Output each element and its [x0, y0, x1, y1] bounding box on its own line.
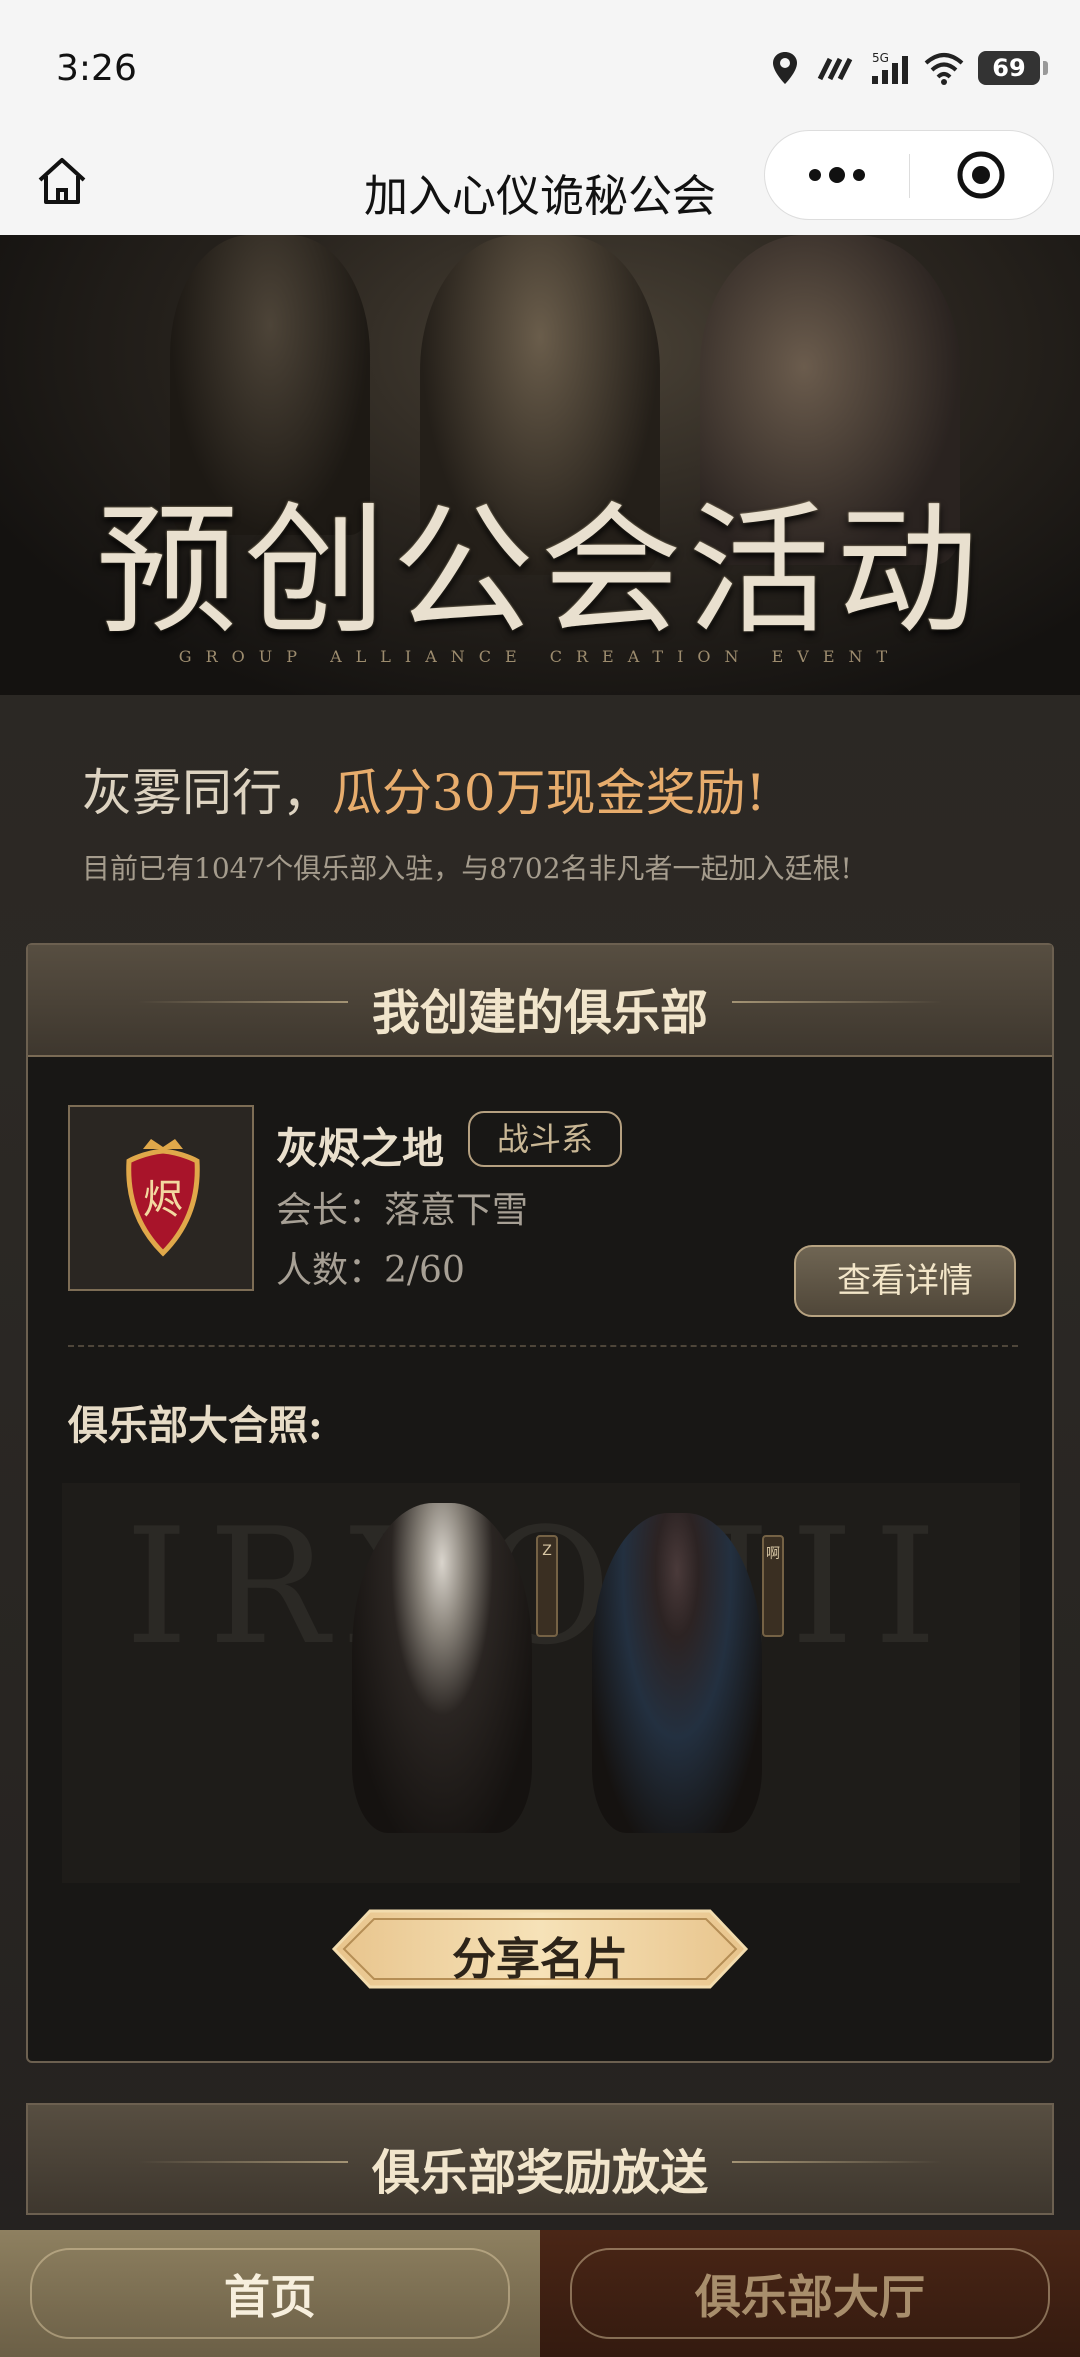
club-type-badge: 战斗系 [468, 1111, 622, 1167]
club-member-count: 人数：2/60 [276, 1250, 465, 1291]
share-card-button[interactable]: 分享名片 [330, 1905, 750, 1993]
member-avatar-dark-hair [592, 1513, 762, 1833]
banner-subtitle: GROUP ALLIANCE CREATION EVENT [178, 647, 902, 666]
my-club-panel: 我创建的俱乐部 烬 灰烬之地 战斗系 会长：落意下雪 人数：2/60 查看详情 … [26, 943, 1054, 2063]
tab-frame [30, 2248, 510, 2339]
header-deco-right [732, 2161, 942, 2163]
club-leader: 会长：落意下雪 [276, 1190, 529, 1231]
slogan-text: 灰雾同行， [82, 764, 332, 822]
view-details-button[interactable]: 查看详情 [794, 1245, 1016, 1317]
banner-title: 预创公会活动 [96, 489, 984, 654]
nav-bar: 加入心仪诡秘公会 [0, 130, 1080, 235]
close-button[interactable] [910, 131, 1054, 219]
section-divider [68, 1345, 1018, 1347]
battery-indicator: 69 [978, 51, 1048, 85]
tab-club-hall[interactable]: 俱乐部大厅 [540, 2230, 1080, 2357]
slogan: 灰雾同行，瓜分30万现金奖励! [82, 753, 766, 825]
page-content[interactable]: 预创公会活动 GROUP ALLIANCE CREATION EVENT 灰雾同… [0, 235, 1080, 2235]
share-button-label: 分享名片 [452, 1934, 628, 1985]
stats-line: 目前已有1047个俱乐部入驻，与8702名非凡者一起加入廷根! [82, 852, 852, 885]
my-club-header: 我创建的俱乐部 [28, 945, 1052, 1057]
status-bar: 3:26 5G 69 [0, 0, 1080, 130]
cellular-icon: 5G [872, 51, 908, 84]
rewards-header: 俱乐部奖励放送 [26, 2103, 1054, 2215]
rewards-title: 俱乐部奖励放送 [371, 2145, 708, 2201]
member-tag: Z [536, 1535, 558, 1637]
club-shield-icon: 烬 [126, 1139, 200, 1257]
slogan-highlight: 瓜分30万现金奖励! [332, 764, 766, 822]
location-icon [773, 52, 797, 84]
close-target-icon [957, 151, 1005, 199]
club-emblem: 烬 [68, 1105, 254, 1291]
wifi-icon [924, 53, 964, 85]
status-icons: 5G 69 [770, 48, 1048, 88]
club-name: 灰烬之地 [276, 1124, 445, 1173]
member-avatar-white-hair [352, 1503, 532, 1833]
group-photo: IRXOHII Z 啊 [62, 1483, 1020, 1883]
more-button[interactable] [765, 131, 909, 219]
event-banner: 预创公会活动 GROUP ALLIANCE CREATION EVENT [0, 235, 1080, 695]
emblem-char: 烬 [143, 1177, 183, 1223]
bottom-tab-bar: 首页 俱乐部大厅 [0, 2230, 1080, 2357]
status-time: 3:26 [56, 48, 137, 89]
tab-frame [570, 2248, 1050, 2339]
tab-home[interactable]: 首页 [0, 2230, 540, 2357]
member-tag: 啊 [762, 1535, 784, 1637]
more-dots-icon [808, 167, 865, 183]
signal-hd-icon [817, 57, 853, 81]
mini-program-capsule [764, 130, 1054, 220]
group-photo-label: 俱乐部大合照: [68, 1402, 323, 1449]
my-club-title: 我创建的俱乐部 [371, 985, 708, 1041]
network-label: 5G [872, 51, 889, 65]
header-deco-right [732, 1001, 942, 1003]
